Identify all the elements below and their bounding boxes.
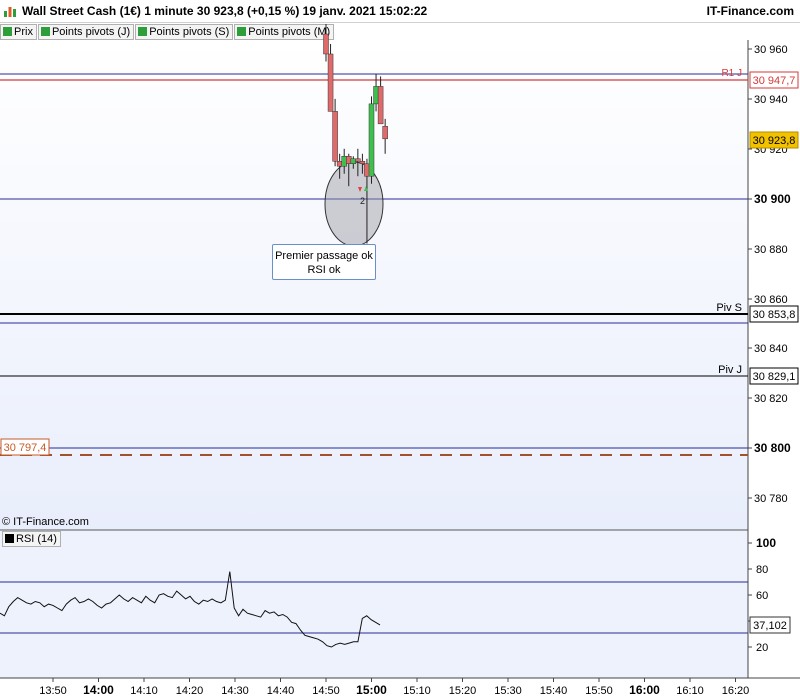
candle-body[interactable]	[332, 111, 338, 162]
r1-label: R1 J	[721, 68, 742, 79]
time-tick: 14:30	[221, 685, 249, 697]
rsi-value: 37,102	[753, 620, 787, 632]
price-tick: 30 860	[754, 294, 788, 306]
annotation-ellipse[interactable]	[324, 161, 384, 247]
time-tick: 15:50	[585, 685, 613, 697]
time-tick: 16:20	[722, 685, 750, 697]
rsi-swatch-icon	[5, 534, 14, 543]
candle-body[interactable]	[382, 126, 388, 140]
time-tick: 15:10	[403, 685, 431, 697]
annotation-line1: Premier passage ok	[275, 250, 373, 262]
price-tick: 30 800	[754, 441, 791, 455]
time-tick: 16:00	[629, 683, 660, 697]
price-axis: 30 960 30 940 30 920 30 900 30 880 30 86…	[748, 44, 791, 505]
r1-value: 30 947,7	[753, 75, 796, 87]
rsi-legend[interactable]: RSI (14)	[2, 531, 61, 547]
piv-j-value: 30 829,1	[753, 371, 796, 383]
candle-body[interactable]	[336, 161, 343, 167]
time-tick: 13:50	[39, 685, 67, 697]
candle-body[interactable]	[350, 158, 357, 164]
rsi-panel	[0, 530, 748, 678]
time-tick: 14:50	[312, 685, 340, 697]
time-axis: 13:50 14:00 14:10 14:20 14:30 14:40 14:50 15:00…	[39, 678, 749, 697]
time-tick: 15:20	[449, 685, 477, 697]
rsi-tick: 100	[756, 536, 776, 550]
current-price-value: 30 923,8	[753, 135, 796, 147]
piv-j-label: Piv J	[718, 364, 742, 376]
price-tick: 30 960	[754, 44, 788, 56]
rsi-tick: 20	[756, 642, 768, 654]
time-tick: 14:40	[267, 685, 295, 697]
candle-body[interactable]	[355, 158, 361, 162]
price-tick: 30 820	[754, 393, 788, 405]
time-tick: 14:20	[176, 685, 204, 697]
candle-body[interactable]	[364, 163, 370, 177]
candle-body[interactable]	[373, 86, 379, 105]
candle-body[interactable]	[346, 156, 352, 164]
copyright: © IT-Finance.com	[2, 516, 89, 528]
rsi-tick: 80	[756, 564, 768, 576]
annotation-note[interactable]: Premier passage ok RSI ok	[272, 244, 376, 280]
candle-body[interactable]	[341, 156, 347, 167]
piv-s-value: 30 853,8	[753, 309, 796, 321]
candle-body[interactable]	[368, 103, 375, 177]
time-tick: 15:00	[356, 683, 387, 697]
time-tick: 15:40	[540, 685, 568, 697]
price-tick: 30 780	[754, 493, 788, 505]
candle-body[interactable]	[359, 161, 366, 164]
marker-count: 2	[360, 196, 365, 206]
time-tick: 14:00	[83, 683, 114, 697]
time-tick: 14:10	[130, 685, 158, 697]
rsi-axis: 100 80 60 40 20	[748, 536, 776, 654]
candle-body[interactable]	[323, 33, 329, 55]
candle-body[interactable]	[327, 53, 334, 112]
time-tick: 15:30	[494, 685, 522, 697]
time-tick: 16:10	[676, 685, 704, 697]
m-level-value: 30 797,4	[4, 442, 47, 454]
price-tick: 30 840	[754, 343, 788, 355]
candle-body[interactable]	[377, 86, 384, 125]
price-tick: 30 940	[754, 94, 788, 106]
price-chart[interactable]: 30 960 30 940 30 920 30 900 30 880 30 86…	[0, 0, 800, 700]
piv-s-label: Piv S	[716, 302, 742, 314]
annotation-line2: RSI ok	[307, 264, 341, 276]
price-tick: 30 880	[754, 244, 788, 256]
price-tick: 30 900	[754, 192, 791, 206]
rsi-tick: 60	[756, 590, 768, 602]
